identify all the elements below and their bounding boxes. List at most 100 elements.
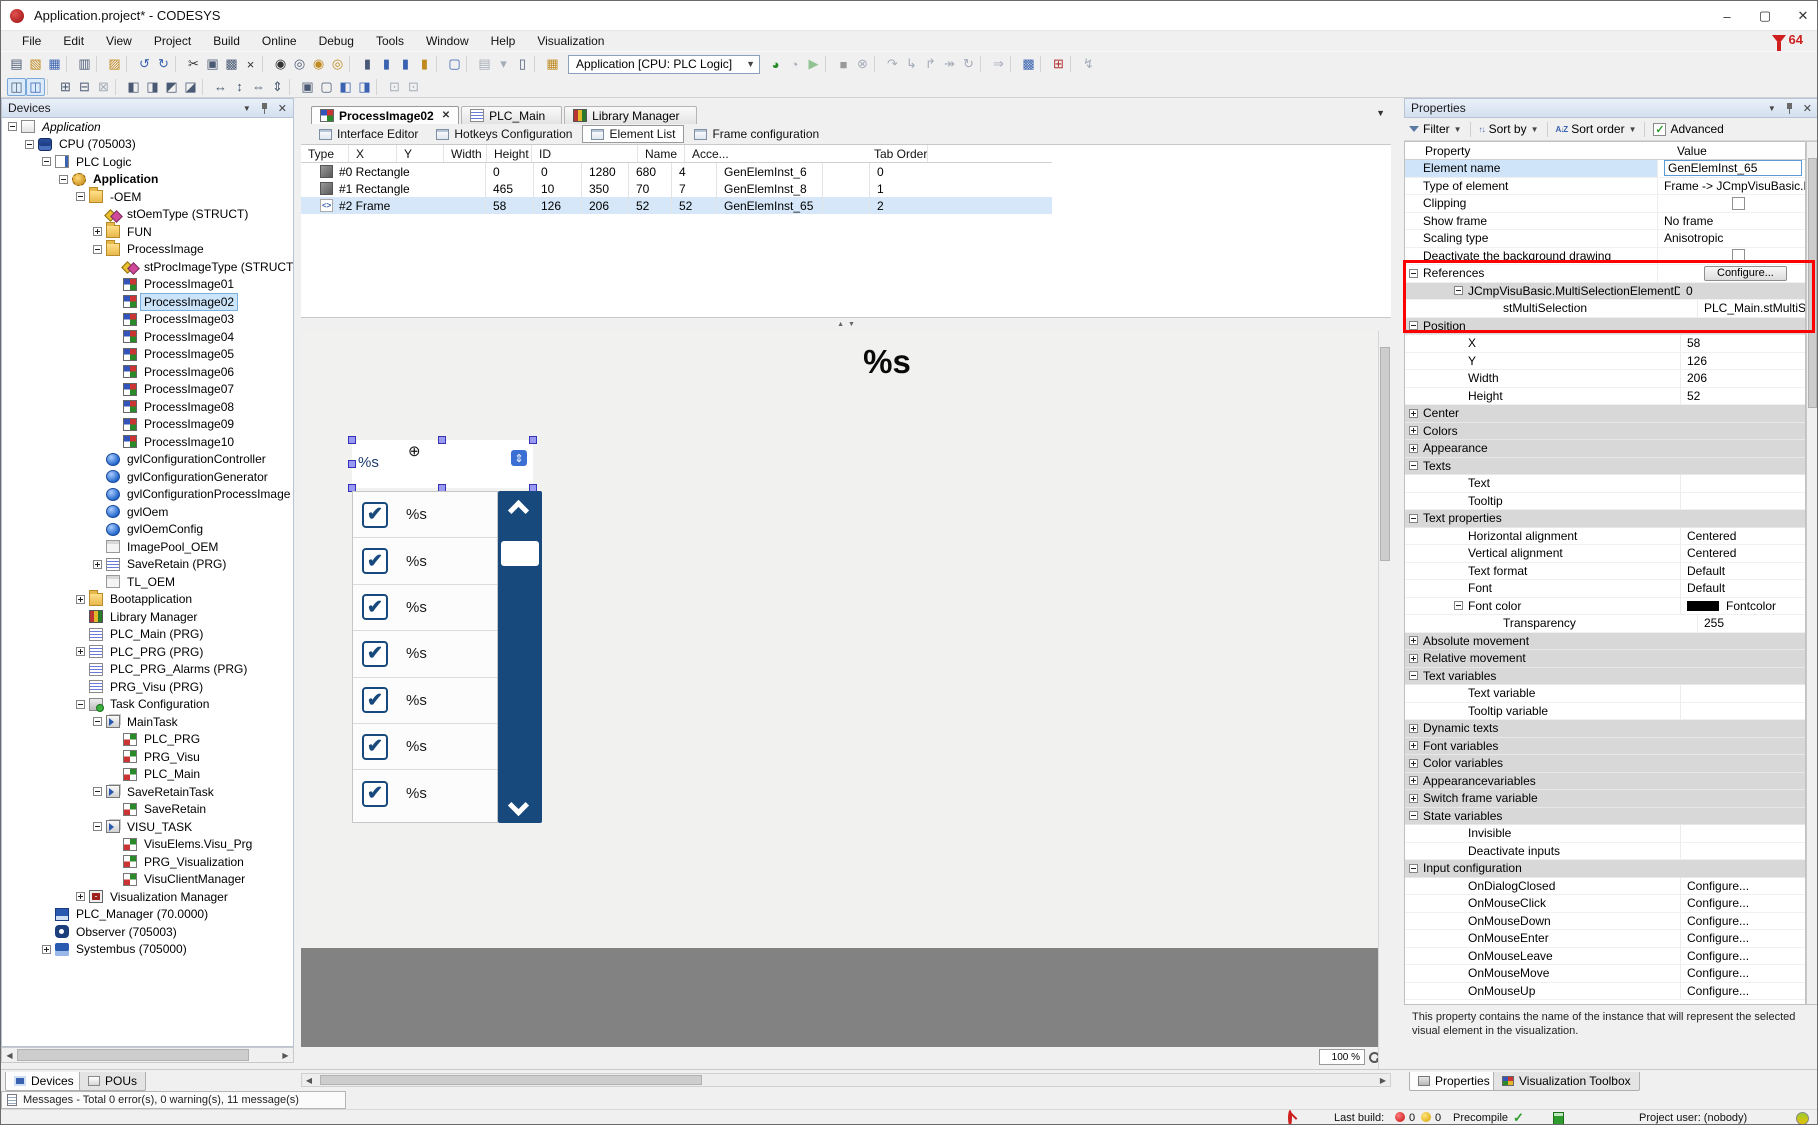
scale-icon[interactable]: ⊡ bbox=[385, 78, 404, 96]
tree-item[interactable]: VISU_TASK bbox=[2, 818, 293, 836]
tree-item[interactable]: Application bbox=[2, 171, 293, 189]
export-icon[interactable]: ▢ bbox=[445, 55, 464, 73]
expander-icon[interactable] bbox=[42, 157, 51, 166]
tree-item[interactable]: ProcessImage06 bbox=[2, 363, 293, 381]
element-table-row[interactable]: <>#2 Frame 58 126 206 52 52 GenElemInst_… bbox=[301, 197, 1052, 214]
property-row[interactable]: Text bbox=[1405, 475, 1805, 493]
tree-item[interactable]: PLC_PRG bbox=[2, 731, 293, 749]
minimize-button[interactable]: – bbox=[1719, 9, 1735, 24]
new-project-icon[interactable]: ▤ bbox=[7, 55, 26, 73]
property-column-header[interactable]: Property bbox=[1405, 144, 1657, 158]
splitter-right[interactable] bbox=[1391, 98, 1404, 1069]
property-value[interactable]: Default bbox=[1687, 581, 1725, 595]
tree-item[interactable]: PLC_Main bbox=[2, 766, 293, 784]
run-icon[interactable]: ▶ bbox=[804, 55, 823, 73]
tree-item[interactable]: ProcessImage04 bbox=[2, 328, 293, 346]
copy-icon[interactable]: ▣ bbox=[203, 55, 222, 73]
sort-order-button[interactable]: Sort order bbox=[1571, 122, 1624, 136]
tree-item[interactable]: PRG_Visu bbox=[2, 748, 293, 766]
tree-item[interactable]: PLC_Main (PRG) bbox=[2, 626, 293, 644]
expander-icon[interactable] bbox=[1409, 794, 1418, 803]
login-icon[interactable]: ◕ bbox=[766, 55, 785, 73]
document-tab[interactable]: PLC_Main bbox=[461, 106, 562, 124]
property-value[interactable]: Anisotropic bbox=[1664, 231, 1723, 245]
property-value[interactable]: 255 bbox=[1704, 616, 1724, 630]
chevron-down-icon[interactable] bbox=[508, 795, 529, 816]
menu-item[interactable]: Help bbox=[480, 32, 527, 50]
bring-front-icon[interactable]: ◧ bbox=[336, 78, 355, 96]
guides-icon[interactable]: ⊠ bbox=[94, 78, 113, 96]
list-item[interactable]: ✔ %s bbox=[353, 585, 497, 631]
property-value[interactable]: Configure... bbox=[1687, 879, 1749, 893]
property-row[interactable]: Appearance bbox=[1405, 440, 1805, 458]
property-value[interactable]: Configure... bbox=[1687, 931, 1749, 945]
same-width-icon[interactable]: ⇔ bbox=[249, 78, 268, 96]
separator[interactable] bbox=[115, 79, 122, 95]
selection-handle[interactable] bbox=[438, 436, 446, 444]
editor-sub-tab[interactable]: Hotkeys Configuration bbox=[428, 125, 580, 143]
property-row[interactable]: Colors bbox=[1405, 423, 1805, 441]
expander-icon[interactable] bbox=[25, 140, 34, 149]
column-header[interactable]: Width bbox=[444, 145, 487, 162]
canvas-scroll-thumb[interactable] bbox=[1380, 347, 1390, 561]
property-value[interactable]: PLC_Main.stMultiSelection bbox=[1704, 301, 1805, 315]
property-row[interactable]: Center bbox=[1405, 405, 1805, 423]
property-value[interactable]: No frame bbox=[1664, 214, 1713, 228]
checkbox-icon[interactable]: ✔ bbox=[362, 781, 388, 807]
tree-item[interactable]: ProcessImage bbox=[2, 241, 293, 259]
visualization-canvas[interactable]: %s %s ⊕ ⇕ ✔ %s bbox=[301, 331, 1391, 1069]
space-horizontal-icon[interactable]: ↔ bbox=[211, 78, 230, 96]
separator[interactable] bbox=[436, 56, 443, 72]
separator[interactable] bbox=[349, 56, 356, 72]
property-value[interactable]: 0 bbox=[1686, 284, 1693, 298]
list-item[interactable]: ✔ %s bbox=[353, 538, 497, 584]
stop-icon[interactable]: ■ bbox=[834, 55, 853, 73]
property-row[interactable]: OnMouseClick Configure... bbox=[1405, 895, 1805, 913]
selected-frame-element[interactable]: %s ⊕ ⇕ bbox=[352, 440, 533, 488]
tree-item[interactable]: Library Manager bbox=[2, 608, 293, 626]
list-item[interactable]: ✔ %s bbox=[353, 724, 497, 770]
expander-icon[interactable] bbox=[76, 892, 85, 901]
menu-item[interactable]: Tools bbox=[365, 32, 415, 50]
delete-icon[interactable]: × bbox=[241, 55, 260, 73]
selection-handle[interactable] bbox=[529, 436, 537, 444]
column-header[interactable]: Tab Order bbox=[867, 145, 928, 162]
property-row[interactable]: OnDialogClosed Configure... bbox=[1405, 878, 1805, 896]
expander-icon[interactable] bbox=[1409, 671, 1418, 680]
tree-item[interactable]: Observer (705003) bbox=[2, 923, 293, 941]
chevron-down-icon[interactable]: ▼ bbox=[1629, 125, 1637, 134]
menu-item[interactable]: Visualization bbox=[526, 32, 615, 50]
align-top-icon[interactable]: ◩ bbox=[162, 78, 181, 96]
expander-icon[interactable] bbox=[1409, 409, 1418, 418]
property-row[interactable]: Deactivate inputs bbox=[1405, 843, 1805, 861]
checkbox-icon[interactable]: ✔ bbox=[362, 502, 388, 528]
checkbox-icon[interactable]: ✔ bbox=[362, 594, 388, 620]
grid-icon[interactable]: ⊞ bbox=[56, 78, 75, 96]
panel-close-icon[interactable]: ✕ bbox=[278, 102, 287, 115]
tree-item[interactable]: SaveRetain (PRG) bbox=[2, 556, 293, 574]
active-application-combo[interactable]: Application [CPU: PLC Logic] ▼ bbox=[568, 55, 760, 74]
visu-pointer-icon[interactable]: ◫ bbox=[26, 78, 45, 96]
list-item[interactable]: ✔ %s bbox=[353, 492, 497, 538]
separator[interactable] bbox=[1040, 56, 1047, 72]
property-row[interactable]: Y 126 bbox=[1405, 353, 1805, 371]
menu-item[interactable]: Online bbox=[251, 32, 308, 50]
expander-icon[interactable] bbox=[93, 245, 102, 254]
menu-item[interactable]: Edit bbox=[52, 32, 95, 50]
alarm-indicator[interactable]: 64 bbox=[1772, 32, 1803, 47]
bookmark-prev-icon[interactable]: ▮ bbox=[396, 55, 415, 73]
selection-handle[interactable] bbox=[348, 436, 356, 444]
tab-devices[interactable]: Devices bbox=[5, 1072, 83, 1091]
print-icon[interactable]: ▥ bbox=[75, 55, 94, 73]
clean-icon[interactable]: ▯ bbox=[513, 55, 532, 73]
property-row[interactable]: OnMouseMove Configure... bbox=[1405, 965, 1805, 983]
document-tab[interactable]: Library Manager bbox=[564, 106, 696, 124]
expander-icon[interactable] bbox=[1409, 444, 1418, 453]
expander-icon[interactable] bbox=[1409, 269, 1418, 278]
separator[interactable] bbox=[376, 79, 383, 95]
panel-menu-icon[interactable]: ▼ bbox=[243, 104, 251, 113]
tree-item[interactable]: Application bbox=[2, 118, 293, 136]
bookmark-toggle-icon[interactable]: ▮ bbox=[358, 55, 377, 73]
property-row[interactable]: Color variables bbox=[1405, 755, 1805, 773]
menu-item[interactable]: Project bbox=[143, 32, 202, 50]
